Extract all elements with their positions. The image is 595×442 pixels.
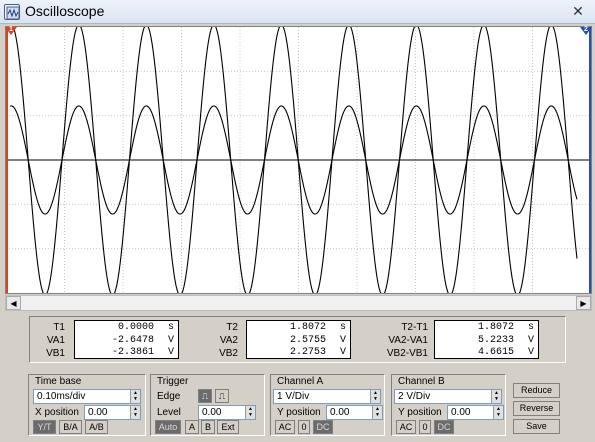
falling-edge-icon[interactable]: ⎍ xyxy=(215,389,229,403)
trigger-auto-button[interactable]: Auto xyxy=(155,420,181,434)
rising-edge-icon[interactable]: ⎍ xyxy=(198,389,212,403)
channel-a-ac-button[interactable]: AC xyxy=(275,420,295,434)
channel-b-ypos-field[interactable]: 0.00 ▲ ▼ xyxy=(447,405,504,420)
unit: s xyxy=(527,322,534,333)
value-t1: 0.0000 xyxy=(117,322,154,333)
scroll-right-icon[interactable]: ▶ xyxy=(576,296,591,310)
waveform-display xyxy=(6,27,591,293)
spin-icon[interactable]: ▲ ▼ xyxy=(491,390,501,403)
channel-b-panel: Channel B 2 V/Div ▲ ▼ Y position 0.00 ▲ ▼ … xyxy=(391,374,506,436)
save-button[interactable]: Save xyxy=(513,419,560,434)
trigger-title: Trigger xyxy=(157,376,189,387)
value-vb2: 2.2753 xyxy=(289,347,326,358)
unit: V xyxy=(339,347,346,358)
channel-b-scale-field[interactable]: 2 V/Div ▲ ▼ xyxy=(394,389,502,404)
readout-labels-2: T2 VA2 VB2 xyxy=(200,321,238,360)
channel-a-scale-field[interactable]: 1 V/Div ▲ ▼ xyxy=(273,389,381,404)
channel-a-dc-button[interactable]: DC xyxy=(313,420,333,434)
label-va2-va1: VA2-VA1 xyxy=(388,335,428,346)
window-title: Oscilloscope xyxy=(25,3,105,19)
value-t2: 1.8072 xyxy=(289,322,326,333)
label-t1: T1 xyxy=(53,322,65,333)
ab-button[interactable]: A/B xyxy=(85,420,108,434)
scroll-left-icon[interactable]: ◀ xyxy=(6,296,21,310)
channel-a-ypos: 0.00 xyxy=(330,407,350,418)
reduce-button[interactable]: Reduce xyxy=(513,383,560,398)
readout-panel: T1 VA1 VB1 0.0000 s -2.6478 V -2.3861 V T2 … xyxy=(29,316,566,363)
unit: s xyxy=(339,322,346,333)
label-t2-t1: T2-T1 xyxy=(401,322,428,333)
channel-b-ypos: 0.00 xyxy=(451,407,471,418)
channel-b-ypos-label: Y position xyxy=(398,407,442,418)
channel-a-panel: Channel A 1 V/Div ▲ ▼ Y position 0.00 ▲ ▼ … xyxy=(270,374,385,436)
value-va2: 2.5755 xyxy=(289,334,326,346)
label-vb2: VB2 xyxy=(219,348,238,359)
channel-b-zero-button[interactable]: 0 xyxy=(419,420,431,434)
unit: V xyxy=(339,334,346,346)
yt-button[interactable]: Y/T xyxy=(33,420,56,434)
unit: V xyxy=(527,347,534,358)
readout-values-2: 1.8072 s 2.5755 V 2.2753 V xyxy=(246,320,351,359)
level-label: Level xyxy=(157,407,181,418)
cursor-2-label: 2 xyxy=(584,26,588,33)
value-t2-t1: 1.8072 xyxy=(477,322,514,333)
spin-icon[interactable]: ▲ ▼ xyxy=(493,406,503,419)
readout-values-1: 0.0000 s -2.6478 V -2.3861 V xyxy=(74,320,179,359)
level-value: 0.00 xyxy=(202,407,222,418)
spin-icon[interactable]: ▲ ▼ xyxy=(370,390,380,403)
channel-b-ac-button[interactable]: AC xyxy=(396,420,416,434)
close-icon[interactable]: ✕ xyxy=(567,2,589,20)
xpos-field[interactable]: 0.00 ▲ ▼ xyxy=(84,405,141,420)
label-vb2-vb1: VB2-VB1 xyxy=(386,348,428,359)
readout-labels-1: T1 VA1 VB1 xyxy=(30,321,65,360)
reverse-button[interactable]: Reverse xyxy=(513,401,560,416)
label-va1: VA1 xyxy=(46,335,65,346)
value-va1: -2.6478 xyxy=(111,334,154,346)
trigger-b-button[interactable]: B xyxy=(201,420,215,434)
xpos-value: 0.00 xyxy=(88,407,108,418)
spin-icon[interactable]: ▲ ▼ xyxy=(130,406,140,419)
spin-icon[interactable]: ▲ ▼ xyxy=(130,390,140,403)
channel-a-ypos-field[interactable]: 0.00 ▲ ▼ xyxy=(326,405,383,420)
unit: V xyxy=(527,334,534,346)
trigger-ext-button[interactable]: Ext xyxy=(217,420,239,434)
title-bar: Oscilloscope ✕ xyxy=(0,0,595,24)
channel-b-scale: 2 V/Div xyxy=(398,391,431,402)
channel-a-scale: 1 V/Div xyxy=(277,391,310,402)
level-field[interactable]: 0.00 ▲ ▼ xyxy=(198,405,256,420)
timebase-field[interactable]: 0.10ms/div ▲ ▼ xyxy=(33,389,141,404)
trigger-a-button[interactable]: A xyxy=(185,420,199,434)
value-va2-va1: 5.2233 xyxy=(477,334,514,346)
readout-labels-3: T2-T1 VA2-VA1 VB2-VB1 xyxy=(370,321,428,360)
timebase-panel: Time base 0.10ms/div ▲ ▼ X position 0.00 … xyxy=(28,374,146,436)
spin-icon[interactable]: ▲ ▼ xyxy=(372,406,382,419)
ba-button[interactable]: B/A xyxy=(59,420,82,434)
scope-screen[interactable]: 1 2 xyxy=(5,26,592,294)
cursor-1-marker[interactable]: 1 xyxy=(5,26,17,35)
unit: V xyxy=(167,334,174,346)
value-vb2-vb1: 4.6615 xyxy=(477,347,514,358)
channel-a-zero-button[interactable]: 0 xyxy=(298,420,310,434)
timebase-title: Time base xyxy=(35,376,82,387)
trigger-panel: Trigger Edge ⎍ ⎍ Level 0.00 ▲ ▼ Auto A B … xyxy=(150,374,265,436)
channel-a-title: Channel A xyxy=(277,376,324,387)
label-vb1: VB1 xyxy=(46,348,65,359)
oscilloscope-icon xyxy=(4,4,20,20)
channel-b-dc-button[interactable]: DC xyxy=(434,420,454,434)
label-t2: T2 xyxy=(226,322,238,333)
horizontal-scrollbar[interactable]: ◀ ▶ xyxy=(5,295,592,311)
timebase-value: 0.10ms/div xyxy=(37,391,86,402)
unit: V xyxy=(167,347,174,358)
label-va2: VA2 xyxy=(219,335,238,346)
xpos-label: X position xyxy=(35,407,79,418)
readout-values-3: 1.8072 s 5.2233 V 4.6615 V xyxy=(434,320,539,359)
unit: s xyxy=(167,322,174,333)
spin-icon[interactable]: ▲ ▼ xyxy=(245,406,255,419)
value-vb1: -2.3861 xyxy=(111,347,154,358)
cursor-2-marker[interactable]: 2 xyxy=(580,26,592,35)
edge-label: Edge xyxy=(157,391,181,402)
channel-b-title: Channel B xyxy=(398,376,445,387)
cursor-1-label: 1 xyxy=(9,26,13,33)
channel-a-ypos-label: Y position xyxy=(277,407,321,418)
